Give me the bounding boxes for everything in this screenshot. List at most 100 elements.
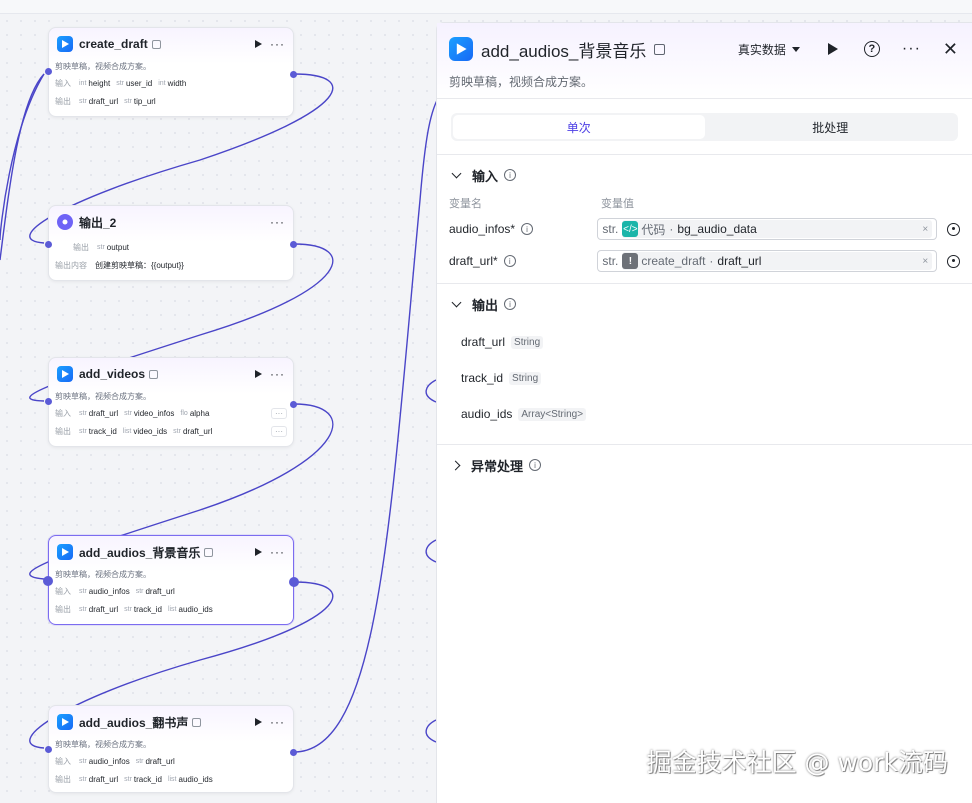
panel-title[interactable]: add_audios_背景音乐 bbox=[481, 37, 646, 62]
node-title: create_draft bbox=[79, 37, 148, 51]
inputs-label: 输入 bbox=[55, 756, 71, 766]
run-node-icon[interactable] bbox=[255, 718, 262, 726]
output-chip: list audio_ids bbox=[167, 774, 213, 784]
info-icon[interactable]: i bbox=[503, 255, 516, 267]
section-title: 输出 bbox=[472, 297, 499, 313]
content-label: 输出内容 bbox=[55, 260, 87, 270]
jianying-plugin-icon bbox=[57, 544, 73, 560]
variable-row: draft_url* i str. ! create_draft · draft_… bbox=[449, 245, 960, 277]
output-node-icon bbox=[57, 214, 73, 230]
output-port[interactable] bbox=[290, 71, 297, 78]
error-section-header[interactable]: 异常处理 i bbox=[449, 445, 960, 485]
node-inputs-row: 输入 str audio_infos str draft_url bbox=[49, 582, 293, 600]
node-more-icon[interactable]: ··· bbox=[270, 215, 285, 229]
input-port[interactable] bbox=[45, 746, 52, 753]
reference-node-name: create_draft bbox=[641, 254, 706, 268]
clear-icon[interactable]: × bbox=[922, 224, 928, 235]
plugin-badge-icon bbox=[149, 369, 159, 379]
edge-right-stub-3 bbox=[425, 379, 437, 403]
tab-batch[interactable]: 批处理 bbox=[705, 115, 957, 139]
more-inputs-button[interactable]: ··· bbox=[271, 407, 287, 419]
node-title: 输出_2 bbox=[79, 215, 117, 230]
chevron-down-icon bbox=[451, 168, 462, 179]
variable-reference-field[interactable]: str. ! create_draft · draft_url × bbox=[597, 250, 938, 272]
outputs-label: 输出 bbox=[73, 242, 89, 252]
edge-right-stub-1 bbox=[425, 539, 437, 563]
output-chip: str draft_url bbox=[79, 96, 119, 106]
info-icon[interactable]: i bbox=[521, 223, 534, 235]
output-port[interactable] bbox=[289, 577, 299, 587]
node-title: add_audios_背景音乐 bbox=[79, 545, 201, 560]
input-chip: int width bbox=[158, 78, 187, 88]
output-port[interactable] bbox=[290, 241, 297, 248]
output-chip: str draft_url bbox=[173, 426, 213, 436]
run-node-icon[interactable] bbox=[255, 548, 262, 556]
close-icon[interactable]: ✕ bbox=[943, 39, 958, 60]
output-chip: str output bbox=[97, 242, 130, 252]
input-port[interactable] bbox=[45, 241, 52, 248]
inputs-label: 输入 bbox=[55, 78, 71, 88]
node-add-audios-flip[interactable]: add_audios_翻书声 ··· 剪映草稿，视频合成方案。 输入 str au… bbox=[45, 705, 297, 793]
node-create-draft[interactable]: create_draft ··· 剪映草稿，视频合成方案。 输入 int heig… bbox=[45, 27, 297, 117]
data-source-select[interactable]: 真实数据 bbox=[738, 41, 800, 58]
output-chip: str tip_url bbox=[124, 96, 156, 106]
content-template: 创建剪映草稿：{{output}} bbox=[95, 260, 184, 270]
watermark: 掘金技术社区 @ work流码 bbox=[646, 748, 948, 777]
node-output-2[interactable]: 输出_2 ··· 输出 str output 输出内容 创建剪映草稿：{{outp… bbox=[45, 205, 297, 281]
input-port[interactable] bbox=[45, 398, 52, 405]
node-add-videos[interactable]: add_videos ··· 剪映草稿，视频合成方案。 输入 str draft_… bbox=[45, 357, 297, 447]
column-header-value: 变量值 bbox=[601, 198, 634, 210]
plugin-badge-icon bbox=[654, 43, 666, 55]
tab-single[interactable]: 单次 bbox=[453, 115, 705, 139]
node-detail-panel: add_audios_背景音乐 真实数据 ? ··· ✕ 剪映草稿，视频合成方案… bbox=[436, 22, 972, 803]
info-icon[interactable]: i bbox=[504, 298, 517, 310]
input-port[interactable] bbox=[43, 576, 53, 586]
node-more-icon[interactable]: ··· bbox=[270, 545, 285, 559]
jianying-plugin-icon bbox=[449, 37, 473, 61]
input-chip: str draft_url bbox=[135, 586, 175, 596]
column-header-name: 变量名 bbox=[449, 198, 482, 210]
data-source-value: 真实数据 bbox=[737, 42, 786, 57]
variable-reference-field[interactable]: str. </> 代码 · bg_audio_data × bbox=[597, 218, 938, 240]
panel-description: 剪映草稿，视频合成方案。 bbox=[449, 75, 594, 89]
node-description: 剪映草稿，视频合成方案。 bbox=[55, 740, 151, 749]
variable-type: str. bbox=[602, 222, 619, 236]
output-variable: audio_ids Array<String> bbox=[449, 396, 960, 432]
plugin-badge-icon bbox=[204, 547, 214, 557]
outputs-label: 输出 bbox=[55, 604, 71, 614]
output-chip: str draft_url bbox=[79, 774, 119, 784]
input-chip: str video_infos bbox=[124, 408, 175, 418]
info-icon[interactable]: i bbox=[529, 459, 542, 471]
run-node-icon[interactable] bbox=[255, 40, 262, 48]
edge-left-trunk bbox=[0, 73, 45, 261]
output-port[interactable] bbox=[290, 749, 297, 756]
output-section-header[interactable]: 输出 i bbox=[449, 284, 960, 324]
more-options-icon[interactable]: ··· bbox=[902, 40, 921, 58]
chevron-right-icon bbox=[450, 460, 461, 470]
output-chip: list audio_ids bbox=[167, 604, 213, 614]
reference-pill: ! create_draft · draft_url × bbox=[622, 252, 933, 270]
error-handling-section: 异常处理 i bbox=[437, 445, 972, 485]
help-icon[interactable]: ? bbox=[863, 41, 880, 57]
info-icon[interactable]: i bbox=[504, 169, 517, 181]
jianying-plugin-icon bbox=[57, 366, 73, 382]
variable-picker-icon[interactable] bbox=[947, 254, 960, 268]
section-title: 异常处理 bbox=[471, 458, 524, 474]
input-section-header[interactable]: 输入 i bbox=[449, 155, 960, 195]
warning-icon: ! bbox=[622, 253, 639, 269]
variable-type: str. bbox=[602, 254, 619, 268]
node-more-icon[interactable]: ··· bbox=[270, 715, 285, 729]
variable-row: audio_infos* i str. </> 代码 · bg_audio_dat… bbox=[449, 213, 960, 245]
output-port[interactable] bbox=[290, 401, 297, 408]
node-more-icon[interactable]: ··· bbox=[270, 37, 285, 51]
more-outputs-button[interactable]: ··· bbox=[271, 425, 287, 437]
run-node-icon[interactable] bbox=[255, 370, 262, 378]
clear-icon[interactable]: × bbox=[922, 256, 928, 267]
variable-picker-icon[interactable] bbox=[947, 222, 960, 236]
input-port[interactable] bbox=[45, 68, 52, 75]
node-outputs-row: 输出 str draft_url str tip_url bbox=[49, 92, 293, 110]
output-variable: draft_url String bbox=[449, 324, 960, 360]
node-more-icon[interactable]: ··· bbox=[270, 367, 285, 381]
node-add-audios-bgm[interactable]: add_audios_背景音乐 ··· 剪映草稿，视频合成方案。 输入 str a… bbox=[43, 535, 299, 625]
run-test-icon[interactable] bbox=[827, 43, 838, 55]
